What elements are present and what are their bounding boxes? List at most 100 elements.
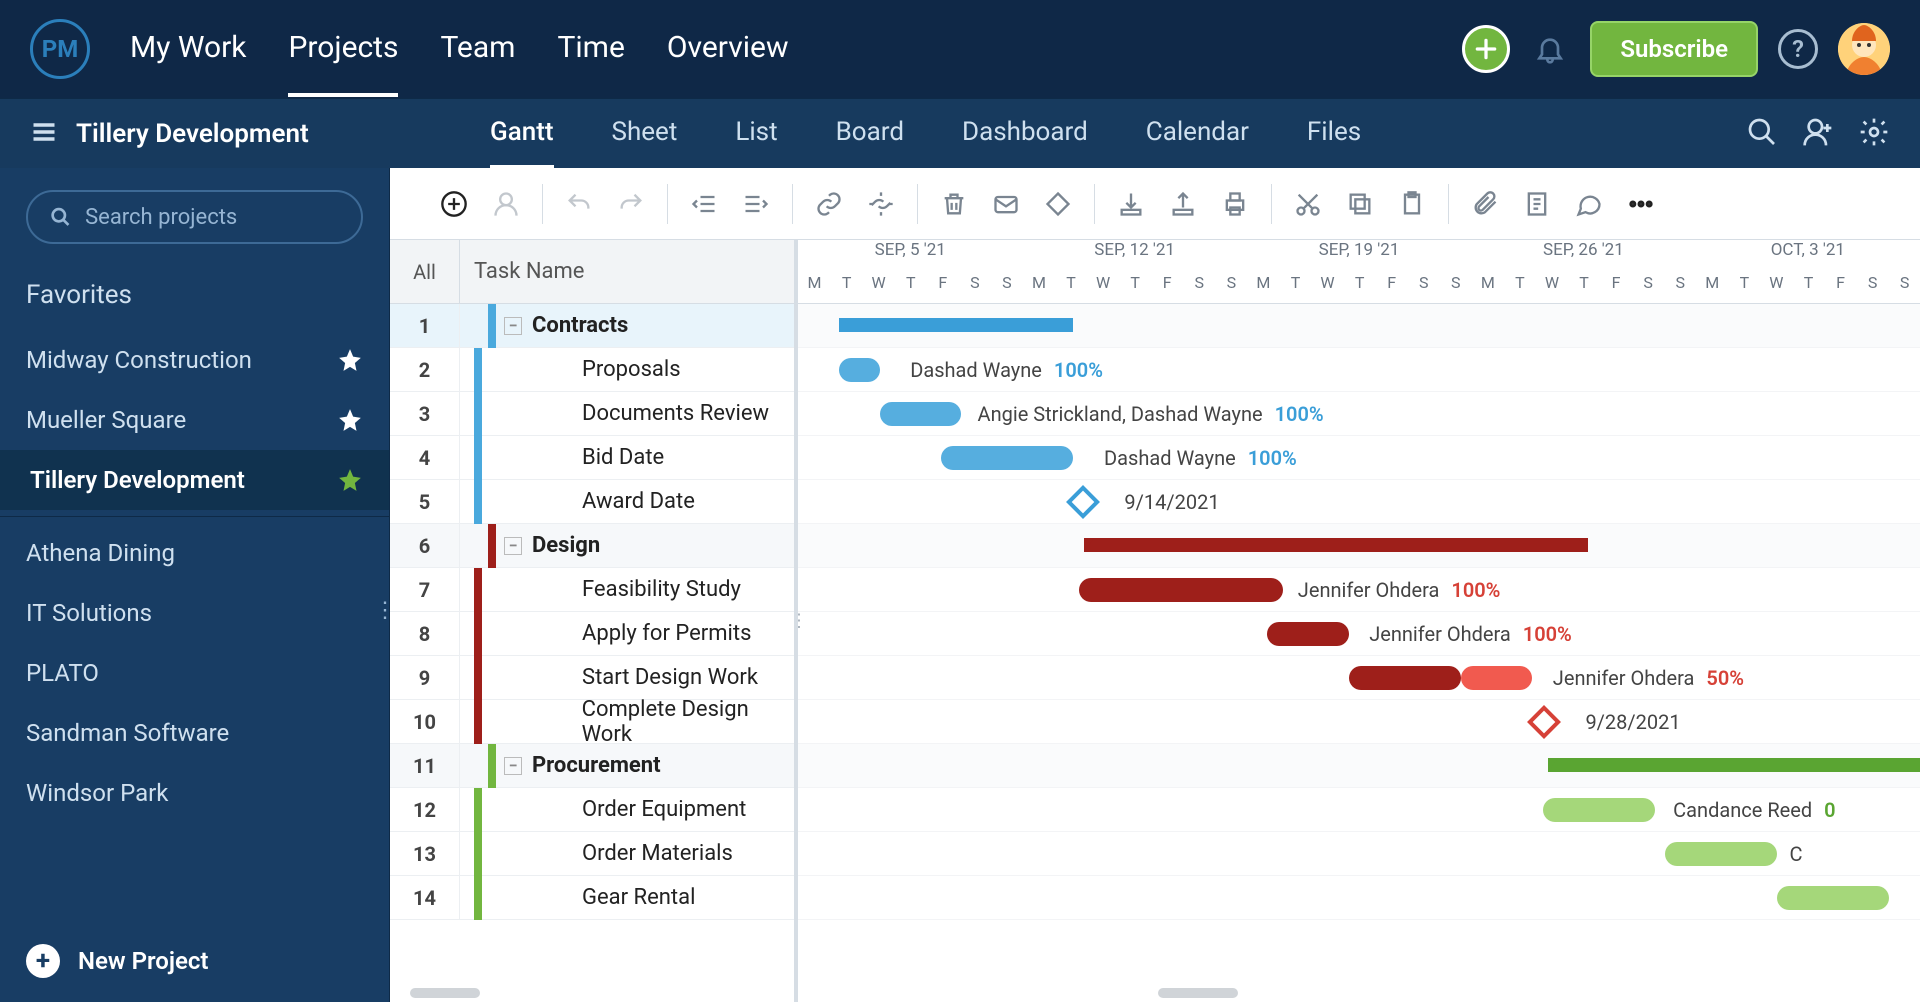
gantt-body[interactable]: Dashad Wayne100%Angie Strickland, Dashad… bbox=[798, 304, 1920, 920]
milestone-icon[interactable] bbox=[1042, 188, 1074, 220]
summary-bar[interactable] bbox=[839, 318, 1074, 332]
summary-bar[interactable] bbox=[1548, 758, 1920, 772]
star-icon[interactable] bbox=[337, 347, 363, 373]
col-task-name[interactable]: Task Name bbox=[460, 240, 794, 303]
collapse-icon[interactable]: − bbox=[504, 317, 522, 335]
task-name-cell[interactable]: Gear Rental bbox=[460, 876, 794, 919]
star-icon[interactable] bbox=[337, 467, 363, 493]
task-name-cell[interactable]: Feasibility Study bbox=[460, 568, 794, 611]
timeline-hscroll[interactable] bbox=[1158, 988, 1238, 998]
task-row[interactable]: 2Proposals bbox=[390, 348, 794, 392]
search-input[interactable] bbox=[85, 205, 339, 230]
task-row[interactable]: 7Feasibility Study bbox=[390, 568, 794, 612]
task-row[interactable]: 8Apply for Permits bbox=[390, 612, 794, 656]
task-bar[interactable] bbox=[1543, 798, 1655, 822]
sidebar-item-sandman[interactable]: Sandman Software bbox=[0, 703, 389, 763]
gantt-row[interactable]: Jennifer Ohdera50% bbox=[798, 656, 1920, 700]
export-icon[interactable] bbox=[1167, 188, 1199, 220]
tab-calendar[interactable]: Calendar bbox=[1146, 117, 1249, 169]
outdent-icon[interactable] bbox=[688, 188, 720, 220]
gantt-row[interactable]: Jennifer Ohdera100% bbox=[798, 612, 1920, 656]
gantt-row[interactable]: Dashad Wayne100% bbox=[798, 348, 1920, 392]
milestone[interactable] bbox=[1527, 705, 1561, 739]
task-bar[interactable] bbox=[839, 358, 880, 382]
sidebar-item-itsolutions[interactable]: IT Solutions bbox=[0, 583, 389, 643]
task-name-cell[interactable]: Bid Date bbox=[460, 436, 794, 479]
link-icon[interactable] bbox=[813, 188, 845, 220]
attach-icon[interactable] bbox=[1469, 188, 1501, 220]
task-bar[interactable] bbox=[1665, 842, 1777, 866]
milestone[interactable] bbox=[1066, 485, 1100, 519]
task-row[interactable]: 11−Procurement bbox=[390, 744, 794, 788]
tab-list[interactable]: List bbox=[735, 117, 777, 169]
new-project-button[interactable]: + New Project bbox=[0, 926, 389, 1002]
delete-icon[interactable] bbox=[938, 188, 970, 220]
task-row[interactable]: 4Bid Date bbox=[390, 436, 794, 480]
task-name-cell[interactable]: Start Design Work bbox=[460, 656, 794, 699]
task-row[interactable]: 10Complete Design Work bbox=[390, 700, 794, 744]
nav-overview[interactable]: Overview bbox=[667, 30, 789, 97]
summary-bar[interactable] bbox=[1084, 538, 1589, 552]
task-name-cell[interactable]: Order Equipment bbox=[460, 788, 794, 831]
tab-sheet[interactable]: Sheet bbox=[612, 117, 678, 169]
indent-icon[interactable] bbox=[740, 188, 772, 220]
task-row[interactable]: 6−Design bbox=[390, 524, 794, 568]
task-bar[interactable] bbox=[880, 402, 962, 426]
global-add-button[interactable] bbox=[1462, 25, 1510, 73]
sidebar-item-mueller[interactable]: Mueller Square bbox=[0, 390, 389, 450]
tab-gantt[interactable]: Gantt bbox=[490, 117, 554, 169]
task-row[interactable]: 12Order Equipment bbox=[390, 788, 794, 832]
splitter-icon[interactable]: ⋮ bbox=[798, 611, 806, 632]
search-icon[interactable] bbox=[1746, 116, 1778, 152]
task-row[interactable]: 1−Contracts bbox=[390, 304, 794, 348]
gantt-row[interactable]: Dashad Wayne100% bbox=[798, 436, 1920, 480]
paste-icon[interactable] bbox=[1396, 188, 1428, 220]
sidebar-item-tillery[interactable]: Tillery Development bbox=[0, 450, 389, 510]
task-name-cell[interactable]: Documents Review bbox=[460, 392, 794, 435]
collapse-icon[interactable]: − bbox=[504, 537, 522, 555]
task-name-cell[interactable]: Order Materials bbox=[460, 832, 794, 875]
tab-board[interactable]: Board bbox=[836, 117, 904, 169]
gantt-row[interactable]: Angie Strickland, Dashad Wayne100% bbox=[798, 392, 1920, 436]
star-icon[interactable] bbox=[337, 407, 363, 433]
user-avatar[interactable] bbox=[1838, 23, 1890, 75]
email-icon[interactable] bbox=[990, 188, 1022, 220]
collapse-icon[interactable]: − bbox=[504, 757, 522, 775]
task-row[interactable]: 5Award Date bbox=[390, 480, 794, 524]
task-name-cell[interactable]: Apply for Permits bbox=[460, 612, 794, 655]
nav-time[interactable]: Time bbox=[557, 30, 624, 97]
copy-icon[interactable] bbox=[1344, 188, 1376, 220]
task-name-cell[interactable]: Award Date bbox=[460, 480, 794, 523]
gantt-timeline[interactable]: SEP, 5 '21SEP, 12 '21SEP, 19 '21SEP, 26 … bbox=[798, 240, 1920, 1002]
sidebar-item-midway[interactable]: Midway Construction bbox=[0, 330, 389, 390]
task-name-cell[interactable]: Complete Design Work bbox=[460, 700, 794, 743]
add-user-icon[interactable] bbox=[1802, 116, 1834, 152]
gantt-row[interactable] bbox=[798, 744, 1920, 788]
task-name-cell[interactable]: −Contracts bbox=[460, 304, 794, 347]
gantt-row[interactable]: Jennifer Ohdera100% bbox=[798, 568, 1920, 612]
sidebar-toggle-icon[interactable] bbox=[30, 118, 58, 150]
more-icon[interactable] bbox=[1625, 188, 1657, 220]
task-bar[interactable] bbox=[941, 446, 1074, 470]
tab-dashboard[interactable]: Dashboard bbox=[962, 117, 1088, 169]
nav-team[interactable]: Team bbox=[440, 30, 515, 97]
task-row[interactable]: 9Start Design Work bbox=[390, 656, 794, 700]
task-row[interactable]: 3Documents Review bbox=[390, 392, 794, 436]
unlink-icon[interactable] bbox=[865, 188, 897, 220]
search-projects[interactable] bbox=[26, 190, 363, 244]
sidebar-item-plato[interactable]: PLATO bbox=[0, 643, 389, 703]
import-icon[interactable] bbox=[1115, 188, 1147, 220]
grid-hscroll[interactable] bbox=[410, 988, 480, 998]
nav-my-work[interactable]: My Work bbox=[130, 30, 246, 97]
add-task-icon[interactable] bbox=[438, 188, 470, 220]
tab-files[interactable]: Files bbox=[1307, 117, 1361, 169]
cut-icon[interactable] bbox=[1292, 188, 1324, 220]
help-icon[interactable]: ? bbox=[1778, 29, 1818, 69]
comment-icon[interactable] bbox=[1573, 188, 1605, 220]
gantt-row[interactable]: Candance Reed0 bbox=[798, 788, 1920, 832]
col-num[interactable]: All bbox=[390, 240, 460, 303]
logo[interactable]: PM bbox=[30, 19, 90, 79]
notes-icon[interactable] bbox=[1521, 188, 1553, 220]
subscribe-button[interactable]: Subscribe bbox=[1590, 21, 1758, 77]
gantt-row[interactable] bbox=[798, 524, 1920, 568]
